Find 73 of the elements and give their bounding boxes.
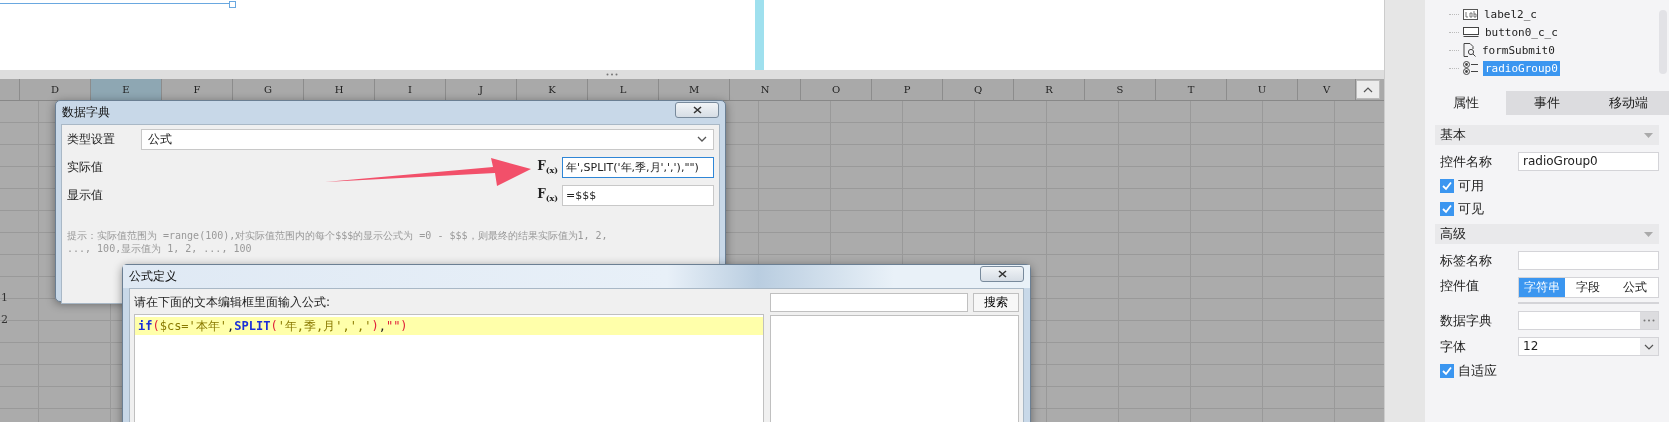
text-field[interactable] [1518,251,1659,270]
browse-button[interactable] [1640,312,1658,329]
formula-field[interactable]: =$$$ [562,184,714,206]
close-button[interactable] [980,265,1024,282]
chevron-down-icon [697,136,707,142]
column-header[interactable]: T [1156,79,1227,100]
close-icon [997,269,1007,278]
section-header[interactable]: 基本 [1435,125,1659,145]
property-label: 控件名称 [1439,152,1493,171]
vertical-guide [755,0,764,70]
caret-up-icon [1363,86,1373,93]
dialog-title: 数据字典 [62,104,110,121]
column-header[interactable]: Q [943,79,1014,100]
button-icon [1463,27,1479,37]
hint-text: 提示：实际值范围为 =range(100),对实际值范围内的每个$$$的显示公式为 =0 - $$$，则最终的结果实际值为1, 2, [67,229,609,242]
column-header[interactable]: O [801,79,872,100]
column-header[interactable]: R [1014,79,1085,100]
formula-button[interactable]: F$_{(x)}$ [537,186,558,204]
tab[interactable]: 移动端 [1587,91,1669,115]
segment-option[interactable]: 公式 [1611,278,1658,297]
tree-item[interactable]: button0_c_c [1483,24,1560,40]
radio-group-icon [1463,61,1479,75]
property-label: 字体 [1439,337,1467,356]
column-header[interactable]: U [1227,79,1298,100]
row-number: 2 [0,312,9,328]
tree-item[interactable]: label2_c [1482,6,1539,22]
search-button[interactable]: 搜索 [973,293,1019,312]
checkbox-label: 可用 [1458,177,1484,195]
segment-option[interactable]: 字段 [1565,278,1612,297]
splitter-bar[interactable] [0,70,1384,79]
checkbox[interactable] [1440,202,1454,216]
label-icon [1463,8,1478,20]
property-label: 数据字典 [1439,311,1493,330]
dialog-title: 公式定义 [129,268,177,285]
section-header[interactable]: 高级 [1435,224,1659,244]
tree-item[interactable]: formSubmit0 [1480,42,1557,58]
grip-icon [606,73,618,76]
column-header[interactable]: N [730,79,801,100]
document-search-icon [1463,43,1476,57]
prompt-text: 请在下面的文本编辑框里面输入公式: [134,294,332,311]
column-header[interactable]: S [1085,79,1156,100]
hint-text: ..., 100,显示值为 1, 2, ..., 100 [67,242,253,255]
formula-button[interactable]: F$_{(x)}$ [537,158,558,176]
formula-editor[interactable]: if($cs='本年',SPLIT('年,季,月',','),"") [134,314,764,422]
property-label: 标签名称 [1439,251,1493,270]
property-label: 控件值 [1439,277,1480,295]
tab[interactable]: 事件 [1506,91,1588,115]
type-dropdown[interactable]: 公式 [141,128,714,150]
tab[interactable]: 属性 [1425,91,1507,115]
ellipsis-icon [1643,319,1655,322]
caret-down-icon [1644,132,1653,138]
font-size-dropdown[interactable]: 12 [1518,337,1659,356]
caret-down-icon [1644,231,1653,237]
close-button[interactable] [675,101,719,118]
checkbox-label: 可见 [1458,200,1484,218]
chevron-down-icon [1644,343,1654,350]
checkbox[interactable] [1440,364,1454,378]
scroll-up-button[interactable] [1356,80,1380,99]
resize-handle[interactable] [229,1,236,8]
column-header[interactable]: P [872,79,943,100]
close-icon [692,105,702,114]
checkbox[interactable] [1440,179,1454,193]
search-field[interactable] [770,293,968,312]
field-label: 显示值 [67,186,104,204]
field-label: 类型设置 [67,130,116,148]
text-field[interactable]: radioGroup0 [1518,152,1659,171]
field-label: 实际值 [67,158,104,176]
picker-field[interactable] [1518,311,1659,330]
function-list[interactable] [770,315,1019,422]
checkbox-label: 自适应 [1458,362,1497,380]
column-header[interactable]: E [91,79,162,100]
formula-field[interactable]: 年',SPLIT('年,季,月',','),"") [562,156,714,178]
row-number: 1 [0,290,9,306]
